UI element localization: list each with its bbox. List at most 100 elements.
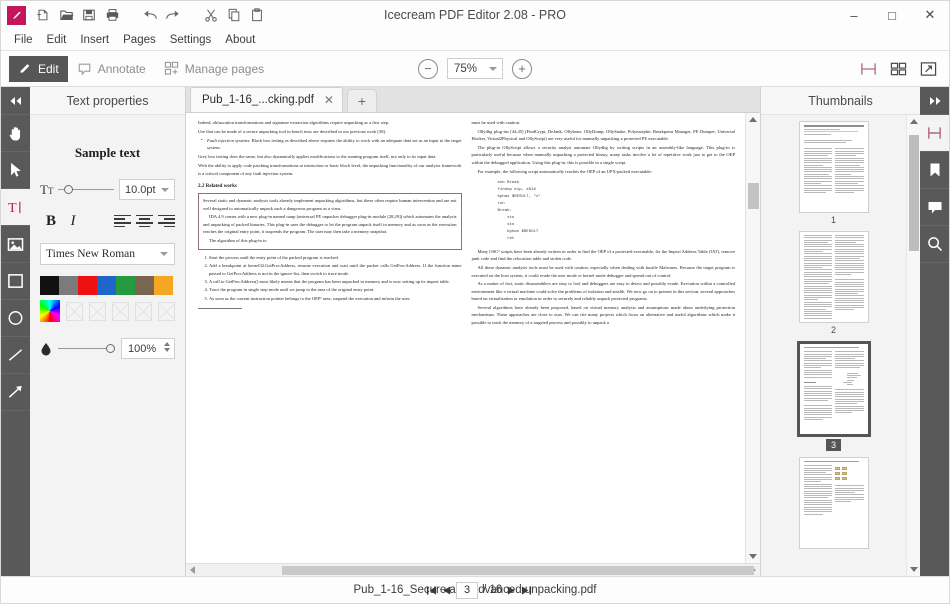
current-page-input[interactable]: 3	[456, 581, 478, 599]
collapse-left-panel-button[interactable]	[1, 87, 30, 115]
close-icon[interactable]: ✕	[324, 93, 334, 107]
color-swatch-green[interactable]	[116, 276, 135, 295]
bold-button[interactable]: B	[40, 211, 62, 231]
menu-insert[interactable]: Insert	[73, 32, 116, 48]
last-page-icon[interactable]	[521, 585, 532, 596]
new-file-icon[interactable]	[32, 4, 54, 26]
align-center-button[interactable]	[136, 214, 153, 229]
grid-view-icon[interactable]	[889, 60, 907, 78]
opacity-input[interactable]: 100%	[121, 338, 175, 359]
menu-about[interactable]: About	[218, 32, 262, 48]
collapse-right-panel-button[interactable]	[920, 87, 949, 115]
paste-icon[interactable]	[246, 4, 268, 26]
page-horizontal-scrollbar[interactable]	[186, 563, 760, 576]
select-tool-icon[interactable]	[1, 152, 30, 189]
scroll-down-icon[interactable]	[749, 550, 757, 563]
print-icon[interactable]	[101, 4, 123, 26]
horizontal-scroll-thumb[interactable]	[282, 566, 754, 575]
zoom-out-button[interactable]: −	[418, 58, 438, 79]
save-icon[interactable]	[78, 4, 100, 26]
scroll-left-icon[interactable]	[186, 566, 199, 574]
color-swatch-orange[interactable]	[154, 276, 173, 295]
page-thumbnail[interactable]	[798, 231, 869, 323]
thumbnail-list[interactable]: 1 2 3	[761, 115, 906, 576]
pdf-list-item: Start the process until the entry point …	[209, 254, 462, 261]
manage-pages-button[interactable]: Manage pages	[155, 56, 273, 82]
italic-button[interactable]: I	[62, 211, 84, 231]
align-right-button[interactable]	[158, 214, 175, 229]
prev-page-icon[interactable]	[442, 585, 451, 596]
empty-color-slot[interactable]	[157, 301, 175, 321]
new-tab-button[interactable]: +	[346, 89, 377, 112]
text-tool-icon[interactable]: T	[1, 189, 30, 226]
rainbow-picker-icon[interactable]	[40, 300, 60, 322]
minimize-button[interactable]: –	[835, 1, 873, 29]
opacity-stepper[interactable]	[164, 342, 170, 352]
page-thumbnail-selected[interactable]	[796, 341, 871, 437]
close-button[interactable]: ✕	[911, 1, 949, 29]
comments-icon[interactable]	[920, 189, 949, 226]
pdf-page[interactable]: Indeed, obfuscation transformations and …	[186, 113, 745, 563]
vertical-scroll-thumb[interactable]	[748, 183, 759, 209]
page-vertical-scrollbar[interactable]	[745, 113, 760, 563]
search-icon[interactable]	[920, 226, 949, 263]
image-tool-icon[interactable]	[1, 226, 30, 263]
thumbnails-scroll-thumb[interactable]	[909, 135, 919, 251]
maximize-button[interactable]: □	[873, 1, 911, 29]
redo-icon[interactable]	[162, 4, 184, 26]
cut-icon[interactable]	[200, 4, 222, 26]
menu-pages[interactable]: Pages	[116, 32, 163, 48]
arrow-tool-icon[interactable]	[1, 374, 30, 411]
font-family-select[interactable]: Times New Roman	[40, 243, 175, 265]
pdf-selected-text-box[interactable]: Several static and dynamic analysis tool…	[198, 193, 462, 250]
color-swatch-black[interactable]	[40, 276, 59, 295]
fullscreen-icon[interactable]	[919, 60, 937, 78]
page-canvas[interactable]: Indeed, obfuscation transformations and …	[186, 113, 760, 563]
rectangle-tool-icon[interactable]	[1, 263, 30, 300]
copy-icon[interactable]	[223, 4, 245, 26]
pencil-icon	[18, 62, 32, 76]
page-thumbnail[interactable]	[798, 121, 869, 213]
hand-tool-icon[interactable]	[1, 115, 30, 152]
first-page-icon[interactable]	[426, 585, 437, 596]
font-family-value: Times New Roman	[46, 248, 136, 260]
slider-knob[interactable]	[64, 185, 73, 194]
scroll-up-icon[interactable]	[909, 115, 918, 128]
menu-file[interactable]: File	[7, 32, 40, 48]
empty-color-slot[interactable]	[111, 301, 129, 321]
slider-knob[interactable]	[106, 344, 115, 353]
comment-bubble-icon	[77, 62, 92, 76]
color-swatch-brown[interactable]	[135, 276, 154, 295]
single-page-view-icon[interactable]	[859, 60, 877, 78]
font-size-slider[interactable]	[58, 183, 114, 197]
next-page-icon[interactable]	[507, 585, 516, 596]
menu-settings[interactable]: Settings	[163, 32, 219, 48]
thumbnails-panel-icon[interactable]	[920, 115, 949, 152]
page-thumbnail[interactable]	[798, 457, 869, 549]
line-tool-icon[interactable]	[1, 337, 30, 374]
thumbnail-number: 1	[830, 215, 836, 225]
menu-edit[interactable]: Edit	[40, 32, 74, 48]
edit-mode-button[interactable]: Edit	[9, 55, 68, 82]
font-size-select[interactable]: 10.0pt	[119, 179, 175, 200]
scroll-down-icon[interactable]	[909, 563, 918, 576]
document-tab[interactable]: Pub_1-16_...cking.pdf ✕	[190, 87, 343, 112]
color-swatch-red[interactable]	[78, 276, 97, 295]
undo-icon[interactable]	[139, 4, 161, 26]
empty-color-slot[interactable]	[65, 301, 83, 321]
zoom-level-select[interactable]: 75%	[447, 58, 503, 79]
pdf-paragraph: Indeed, obfuscation transformations and …	[198, 120, 390, 125]
align-left-button[interactable]	[114, 214, 131, 229]
open-folder-icon[interactable]	[55, 4, 77, 26]
thumbnails-scrollbar[interactable]	[906, 115, 920, 576]
color-swatch-gray[interactable]	[59, 276, 78, 295]
color-swatch-blue[interactable]	[97, 276, 116, 295]
empty-color-slot[interactable]	[134, 301, 152, 321]
empty-color-slot[interactable]	[88, 301, 106, 321]
zoom-in-button[interactable]: +	[512, 58, 532, 79]
bookmark-icon[interactable]	[920, 152, 949, 189]
ellipse-tool-icon[interactable]	[1, 300, 30, 337]
scroll-up-icon[interactable]	[749, 113, 757, 126]
annotate-mode-button[interactable]: Annotate	[68, 56, 155, 82]
opacity-slider[interactable]	[58, 342, 115, 356]
